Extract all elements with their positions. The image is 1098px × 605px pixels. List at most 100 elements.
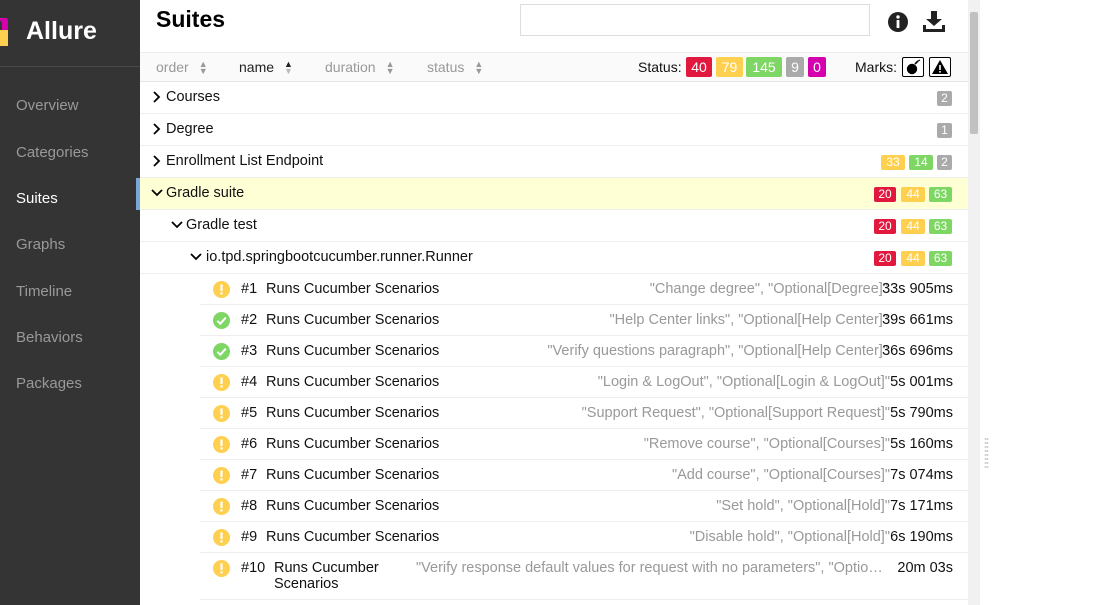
tree-group-label: Gradle test — [186, 217, 257, 233]
scrollbar-thumb[interactable] — [970, 12, 978, 134]
status-filter-broken[interactable]: 79 — [716, 57, 743, 77]
sort-status-button[interactable]: status ▲ ▼ — [427, 59, 484, 77]
suites-panel: Suites order ▲ ▼ name ▲ ▼ duration ▲ ▼ status ▲… — [136, 0, 968, 605]
status-filter-label: Status: — [638, 59, 682, 75]
chevron-right-icon — [153, 91, 161, 103]
sort-label: order — [156, 59, 189, 75]
count-passed: 14 — [909, 155, 933, 170]
new-failed-mark-button[interactable] — [929, 57, 951, 77]
test-row[interactable]: #8 Runs Cucumber Scenarios "Set hold", "… — [200, 491, 968, 522]
test-row[interactable]: #3 Runs Cucumber Scenarios "Verify quest… — [200, 336, 968, 367]
test-name: Runs Cucumber Scenarios — [266, 312, 440, 328]
test-row[interactable]: #6 Runs Cucumber Scenarios "Remove cours… — [200, 429, 968, 460]
tree-group-degree[interactable]: Degree 1 — [140, 114, 968, 146]
chevron-down-icon — [190, 253, 202, 261]
test-parameters: "Set hold", "Optional[Hold]" — [716, 498, 890, 514]
tree-group-runner[interactable]: io.tpd.springbootcucumber.runner.Runner … — [140, 242, 968, 274]
test-parameters: "Verify response default values for requ… — [416, 560, 890, 576]
test-name: Runs Cucumber Scenarios — [266, 436, 440, 452]
sidebar-item-categories[interactable]: Categories — [0, 133, 140, 173]
test-name: Runs Cucumber Scenarios — [266, 281, 440, 297]
test-number: #8 — [241, 498, 258, 514]
search-input[interactable] — [520, 4, 870, 36]
sort-name-button[interactable]: name ▲ ▼ — [239, 59, 293, 77]
test-row[interactable]: #2 Runs Cucumber Scenarios "Help Center … — [200, 305, 968, 336]
sidebar-item-packages[interactable]: Packages — [0, 364, 140, 404]
tree-group-courses[interactable]: Courses 2 — [140, 82, 968, 114]
status-filter-unknown[interactable]: 0 — [808, 57, 826, 77]
passed-status-icon — [213, 343, 230, 360]
pane-resize-handle-icon[interactable] — [984, 436, 989, 470]
test-row[interactable]: #1 Runs Cucumber Scenarios "Change degre… — [200, 274, 968, 305]
app-name: Allure — [26, 17, 97, 45]
sort-duration-button[interactable]: duration ▲ ▼ — [325, 59, 395, 76]
status-filter-passed[interactable]: 145 — [746, 57, 782, 77]
info-icon[interactable] — [887, 11, 909, 33]
test-parameters: "Login & LogOut", "Optional[Login & LogO… — [597, 374, 890, 390]
test-duration: 36s 696ms — [882, 343, 953, 359]
test-row[interactable]: #10 Runs Cucumber Scenarios "Verify resp… — [200, 553, 968, 600]
test-name: Runs Cucumber Scenarios — [274, 560, 379, 592]
tree-group-enrollment-list-endpoint[interactable]: Enrollment List Endpoint 33 14 2 — [140, 146, 968, 178]
test-row[interactable]: #5 Runs Cucumber Scenarios "Support Requ… — [200, 398, 968, 429]
selection-indicator — [136, 178, 140, 210]
test-name: Runs Cucumber Scenarios — [266, 374, 440, 390]
test-row[interactable]: #7 Runs Cucumber Scenarios "Add course",… — [200, 460, 968, 491]
chevron-right-icon — [153, 123, 161, 135]
tree-group-label: io.tpd.springbootcucumber.runner.Runner — [206, 249, 473, 265]
sidebar-item-label: Overview — [16, 97, 79, 114]
sidebar-item-overview[interactable]: Overview — [0, 86, 140, 126]
count-failed: 20 — [874, 251, 896, 266]
count-skipped: 1 — [937, 123, 952, 138]
sort-order-button[interactable]: order ▲ ▼ — [156, 59, 208, 76]
test-duration: 5s 160ms — [890, 436, 953, 452]
test-number: #3 — [241, 343, 258, 359]
test-name: Runs Cucumber Scenarios — [266, 498, 440, 514]
sidebar-item-label: Graphs — [16, 236, 66, 253]
download-icon[interactable] — [922, 11, 946, 33]
count-broken: 33 — [881, 155, 905, 170]
count-passed: 63 — [929, 251, 952, 266]
test-parameters: "Change degree", "Optional[Degree]" — [649, 281, 888, 297]
sidebar-item-label: Categories — [16, 144, 89, 161]
test-duration: 20m 03s — [897, 560, 953, 576]
sidebar-item-label: Packages — [16, 375, 82, 392]
sort-label: duration — [325, 59, 376, 75]
test-number: #10 — [241, 560, 266, 576]
test-parameters: "Help Center links", "Optional[Help Cent… — [609, 312, 889, 328]
warning-icon — [932, 60, 948, 74]
tree-group-label: Courses — [166, 89, 220, 105]
broken-status-icon — [213, 281, 230, 298]
test-name: Runs Cucumber Scenarios — [266, 343, 440, 359]
flaky-mark-button[interactable] — [902, 57, 924, 77]
test-number: #2 — [241, 312, 258, 328]
sidebar-item-behaviors[interactable]: Behaviors — [0, 318, 140, 358]
test-parameters: "Support Request", "Optional[Support Req… — [581, 405, 890, 421]
brand[interactable]: Allure — [0, 0, 140, 67]
page-title: Suites — [156, 6, 226, 32]
broken-status-icon — [213, 467, 230, 484]
chevron-down-icon — [151, 189, 163, 197]
sidebar-item-graphs[interactable]: Graphs — [0, 225, 140, 265]
test-number: #6 — [241, 436, 258, 452]
test-row[interactable]: #4 Runs Cucumber Scenarios "Login & LogO… — [200, 367, 968, 398]
tree-group-gradle-suite[interactable]: Gradle suite 20 44 63 — [136, 178, 968, 210]
status-filter-skipped[interactable]: 9 — [786, 57, 804, 77]
vertical-scrollbar[interactable] — [968, 0, 980, 605]
test-number: #9 — [241, 529, 258, 545]
test-duration: 5s 001ms — [890, 374, 953, 390]
broken-status-icon — [213, 498, 230, 515]
sidebar-item-timeline[interactable]: Timeline — [0, 272, 140, 312]
test-parameters: "Verify questions paragraph", "Optional[… — [547, 343, 888, 359]
status-filter-failed[interactable]: 40 — [686, 57, 712, 77]
tree-group-gradle-test[interactable]: Gradle test 20 44 63 — [140, 210, 968, 242]
test-number: #4 — [241, 374, 258, 390]
test-number: #5 — [241, 405, 258, 421]
test-name: Runs Cucumber Scenarios — [266, 405, 440, 421]
sidebar-item-suites[interactable]: Suites — [0, 179, 140, 219]
sort-asc-icon: ▲ ▼ — [284, 59, 293, 77]
sort-arrows-icon: ▲ ▼ — [474, 59, 484, 77]
test-row[interactable]: #9 Runs Cucumber Scenarios "Disable hold… — [200, 522, 968, 553]
sidebar: Allure Overview Categories Suites Graphs… — [0, 0, 140, 605]
sort-bar: order ▲ ▼ name ▲ ▼ duration ▲ ▼ status ▲ ▼ Statu… — [140, 52, 968, 82]
